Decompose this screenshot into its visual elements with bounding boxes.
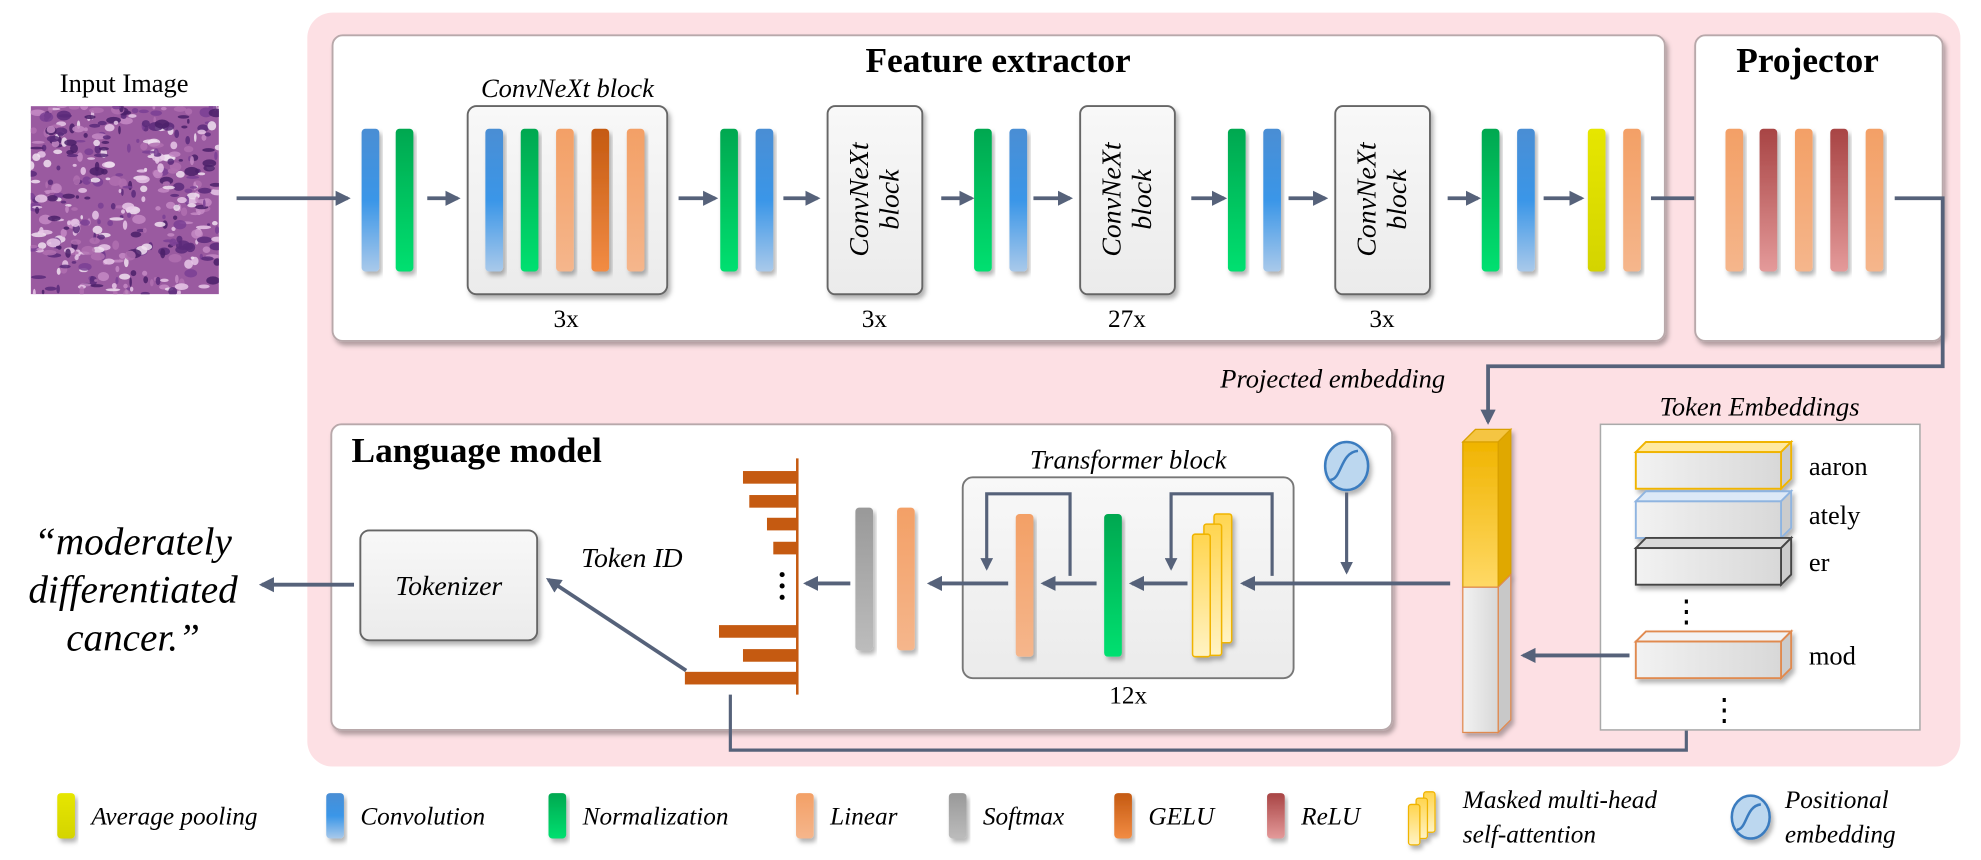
token-embedding-row bbox=[1633, 535, 1794, 587]
legend-label: ReLU bbox=[1300, 803, 1362, 831]
legend-label: embedding bbox=[1785, 820, 1896, 848]
normalization-layer bbox=[974, 128, 992, 272]
legend-label: GELU bbox=[1148, 803, 1216, 831]
convnext-block-title: ConvNeXt block bbox=[481, 73, 655, 103]
probability-bar bbox=[766, 517, 798, 531]
softmax-layer-legend-swatch bbox=[948, 793, 967, 839]
normalization-layer bbox=[1104, 513, 1122, 657]
output-text: “moderately bbox=[34, 520, 232, 563]
convnext-block: ConvNeXt block bbox=[1079, 105, 1176, 296]
linear-layer bbox=[1865, 128, 1884, 272]
projector-title: Projector bbox=[1736, 40, 1879, 80]
repeat-label: 3x bbox=[554, 305, 580, 333]
average-pooling-layer bbox=[1587, 128, 1606, 272]
legend-label: Convolution bbox=[360, 803, 485, 831]
legend-label: Positional bbox=[1784, 786, 1889, 814]
transformer-block-title: Transformer block bbox=[1030, 445, 1228, 475]
normalization-layer bbox=[1481, 128, 1500, 272]
convolution-layer bbox=[755, 128, 774, 272]
convolution-layer-legend-swatch bbox=[326, 793, 344, 839]
probability-bar bbox=[749, 495, 798, 508]
convolution-layer bbox=[485, 128, 504, 272]
projected-embedding-label: Projected embedding bbox=[1219, 364, 1445, 394]
gelu-layer-legend-swatch bbox=[1114, 793, 1132, 839]
normalization-layer bbox=[520, 128, 539, 272]
convnext-block-label: ConvNeXt bbox=[844, 141, 875, 256]
input-histology-image bbox=[30, 106, 219, 295]
convolution-layer bbox=[1263, 128, 1281, 272]
convnext-block-label: block bbox=[1127, 169, 1158, 230]
convnext-block-label: ConvNeXt bbox=[1352, 141, 1383, 256]
repeat-label: 3x bbox=[1369, 305, 1395, 333]
token-label: ately bbox=[1809, 500, 1861, 530]
relu-layer bbox=[1759, 128, 1778, 272]
probability-bar bbox=[684, 671, 798, 685]
relu-layer-legend-swatch bbox=[1267, 793, 1285, 839]
linear-layer-legend-swatch bbox=[796, 793, 814, 839]
normalization-layer bbox=[395, 128, 414, 272]
projected-embedding-vector bbox=[1461, 427, 1513, 589]
probability-bar bbox=[742, 649, 798, 662]
masked-attention-stack bbox=[1191, 513, 1233, 658]
convnext-block-label: block bbox=[874, 169, 905, 230]
token-label: aaron bbox=[1809, 451, 1868, 481]
ellipsis: ⋮ bbox=[1709, 693, 1739, 727]
probability-bar bbox=[742, 471, 798, 484]
token-embeddings-title: Token Embeddings bbox=[1660, 391, 1860, 421]
convolution-layer bbox=[1009, 128, 1028, 272]
legend-label: Average pooling bbox=[89, 803, 257, 831]
token-embedding-row bbox=[1633, 488, 1794, 541]
linear-layer bbox=[1015, 513, 1034, 657]
normalization-layer bbox=[1227, 128, 1246, 272]
softmax-layer bbox=[855, 507, 874, 651]
convnext-block: ConvNeXt block bbox=[826, 105, 924, 296]
legend: Average pooling Convolution Normalization L… bbox=[57, 786, 1896, 848]
normalization-layer bbox=[720, 128, 738, 272]
positional-embedding-icon bbox=[1323, 440, 1370, 492]
language-model-title: Language model bbox=[351, 430, 602, 470]
positional-embedding-legend-icon bbox=[1730, 794, 1771, 840]
token-embedding-row bbox=[1633, 629, 1794, 681]
convolution-layer bbox=[1517, 128, 1535, 272]
normalization-layer-legend-swatch bbox=[548, 793, 567, 839]
average-pooling-layer-legend-swatch bbox=[57, 793, 75, 839]
relu-layer bbox=[1830, 128, 1848, 272]
token-label: mod bbox=[1809, 640, 1856, 670]
ellipsis-dots bbox=[779, 572, 785, 600]
token-id-label: Token ID bbox=[581, 543, 683, 574]
linear-layer bbox=[1794, 128, 1813, 272]
linear-layer bbox=[1623, 128, 1641, 272]
ellipsis: ⋮ bbox=[1671, 594, 1701, 628]
feature-extractor-title: Feature extractor bbox=[865, 40, 1130, 80]
input-image-title: Input Image bbox=[60, 68, 189, 98]
linear-layer bbox=[897, 507, 915, 651]
probability-bar bbox=[718, 625, 798, 638]
legend-label: Normalization bbox=[582, 803, 729, 831]
token-label: er bbox=[1809, 547, 1830, 577]
gelu-layer bbox=[591, 128, 610, 272]
legend-label: self-attention bbox=[1463, 820, 1596, 848]
linear-layer bbox=[556, 128, 574, 272]
legend-label: Masked multi-head bbox=[1462, 786, 1658, 814]
convolution-layer bbox=[361, 128, 380, 272]
output-text: differentiated bbox=[28, 568, 238, 611]
repeat-label: 3x bbox=[862, 305, 888, 333]
transformer-repeat-label: 12x bbox=[1109, 681, 1147, 709]
linear-layer bbox=[626, 128, 645, 272]
output-text: cancer.” bbox=[66, 616, 200, 659]
token-embedding-vector bbox=[1462, 573, 1512, 734]
architecture-diagram: Input Image Feature extractor ConvNeXt b… bbox=[28, 12, 1961, 848]
repeat-label: 27x bbox=[1108, 305, 1146, 333]
convnext-block-label: block bbox=[1382, 169, 1413, 230]
convnext-block: ConvNeXt block bbox=[1334, 105, 1431, 296]
transformer-block bbox=[961, 476, 1295, 680]
token-embedding-row bbox=[1633, 439, 1794, 492]
masked-attention-legend-swatch bbox=[1407, 791, 1436, 846]
linear-layer bbox=[1725, 128, 1744, 272]
legend-label: Linear bbox=[829, 803, 898, 831]
tokenizer-label: Tokenizer bbox=[395, 571, 502, 602]
convnext-block-label: ConvNeXt bbox=[1097, 141, 1128, 256]
legend-label: Softmax bbox=[983, 803, 1065, 831]
probability-bar bbox=[773, 541, 798, 555]
